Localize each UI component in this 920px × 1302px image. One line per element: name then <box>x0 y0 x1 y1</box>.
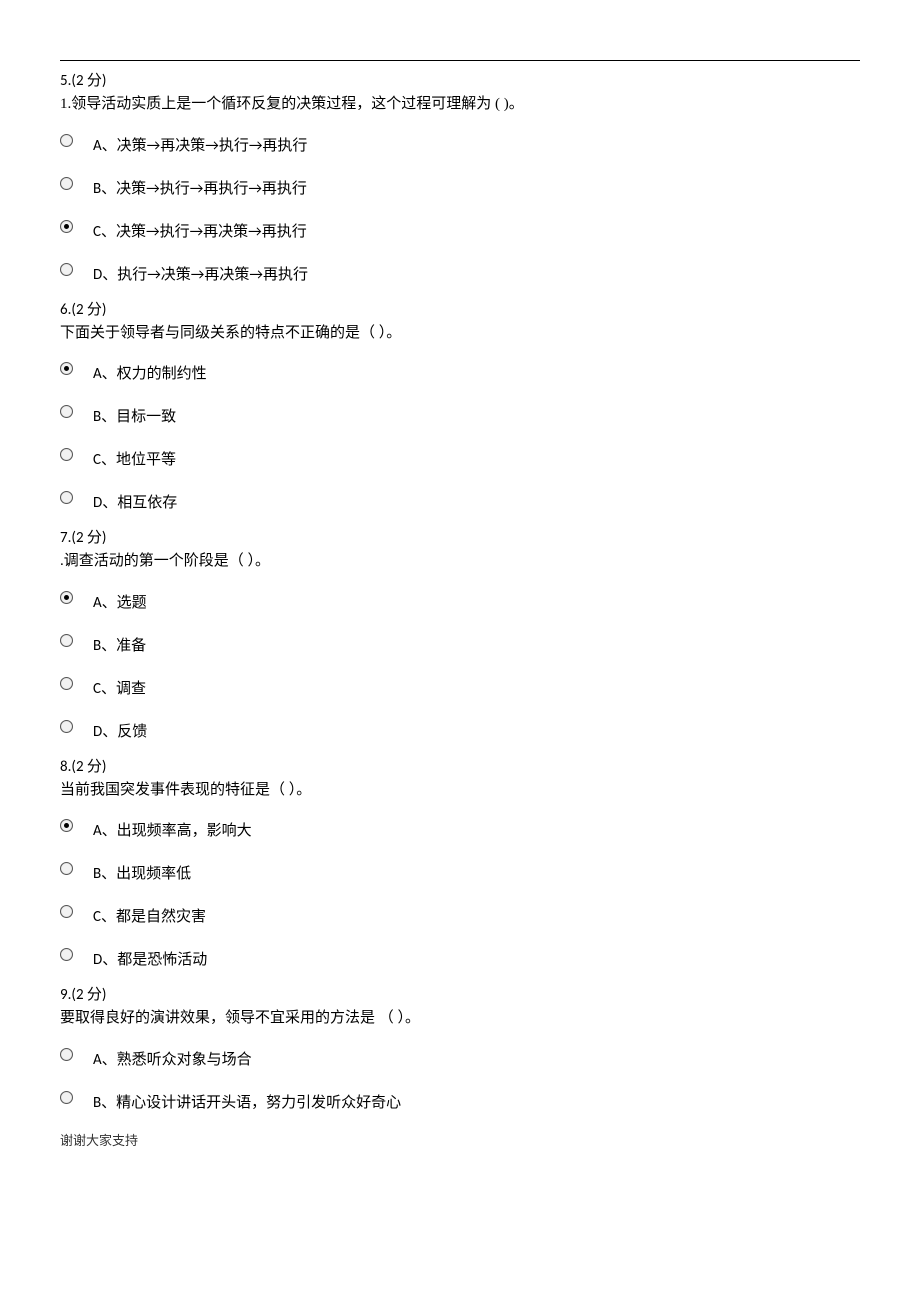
option-label: A、决策→再决策→执行→再执行 <box>93 126 307 155</box>
option-row[interactable]: A、熟悉听众对象与场合 <box>60 1040 860 1069</box>
option-label: D、相互依存 <box>93 483 177 512</box>
question-text: 下面关于领导者与同级关系的特点不正确的是（ ）。 <box>60 322 860 345</box>
option-label: B、准备 <box>93 626 146 655</box>
question-header: 5.(2 分) <box>60 69 860 90</box>
option-row[interactable]: A、出现频率高，影响大 <box>60 811 860 840</box>
question-header: 9.(2 分) <box>60 983 860 1004</box>
option-label: D、都是恐怖活动 <box>93 940 207 969</box>
radio-icon[interactable] <box>60 1048 73 1061</box>
option-row[interactable]: A、决策→再决策→执行→再执行 <box>60 126 860 155</box>
question-text: .调查活动的第一个阶段是（ ）。 <box>60 550 860 573</box>
option-label: B、出现频率低 <box>93 854 191 883</box>
option-label: C、地位平等 <box>93 440 176 469</box>
question-text: 1.领导活动实质上是一个循环反复的决策过程，这个过程可理解为 ( )。 <box>60 93 860 116</box>
radio-icon[interactable] <box>60 862 73 875</box>
option-label: A、权力的制约性 <box>93 354 207 383</box>
option-label: B、决策→执行→再执行→再执行 <box>93 169 307 198</box>
option-label: A、出现频率高，影响大 <box>93 811 252 840</box>
radio-icon[interactable] <box>60 134 73 147</box>
option-row[interactable]: C、调查 <box>60 669 860 698</box>
option-row[interactable]: B、决策→执行→再执行→再执行 <box>60 169 860 198</box>
top-rule <box>60 60 860 61</box>
question-header: 7.(2 分) <box>60 526 860 547</box>
option-label: B、目标一致 <box>93 397 176 426</box>
radio-icon[interactable] <box>60 591 73 604</box>
option-row[interactable]: C、地位平等 <box>60 440 860 469</box>
radio-icon[interactable] <box>60 263 73 276</box>
option-row[interactable]: A、权力的制约性 <box>60 354 860 383</box>
option-label: A、选题 <box>93 583 147 612</box>
page-content: 5.(2 分) 1.领导活动实质上是一个循环反复的决策过程，这个过程可理解为 (… <box>0 0 920 1169</box>
option-row[interactable]: B、精心设计讲话开头语，努力引发听众好奇心 <box>60 1083 860 1112</box>
radio-icon[interactable] <box>60 819 73 832</box>
question-text: 当前我国突发事件表现的特征是（ ）。 <box>60 779 860 802</box>
radio-icon[interactable] <box>60 948 73 961</box>
question-header: 6.(2 分) <box>60 298 860 319</box>
radio-icon[interactable] <box>60 405 73 418</box>
option-label: B、精心设计讲话开头语，努力引发听众好奇心 <box>93 1083 401 1112</box>
radio-icon[interactable] <box>60 448 73 461</box>
option-row[interactable]: C、都是自然灾害 <box>60 897 860 926</box>
radio-icon[interactable] <box>60 1091 73 1104</box>
option-label: A、熟悉听众对象与场合 <box>93 1040 252 1069</box>
option-label: D、反馈 <box>93 712 147 741</box>
radio-icon[interactable] <box>60 220 73 233</box>
option-row[interactable]: D、反馈 <box>60 712 860 741</box>
option-row[interactable]: C、决策→执行→再决策→再执行 <box>60 212 860 241</box>
question-header: 8.(2 分) <box>60 755 860 776</box>
footer-text: 谢谢大家支持 <box>60 1130 860 1149</box>
option-label: C、调查 <box>93 669 146 698</box>
question-text: 要取得良好的演讲效果，领导不宜采用的方法是 （ ）。 <box>60 1007 860 1030</box>
radio-icon[interactable] <box>60 491 73 504</box>
option-row[interactable]: A、选题 <box>60 583 860 612</box>
option-label: C、都是自然灾害 <box>93 897 206 926</box>
option-row[interactable]: B、出现频率低 <box>60 854 860 883</box>
option-row[interactable]: B、目标一致 <box>60 397 860 426</box>
radio-icon[interactable] <box>60 362 73 375</box>
radio-icon[interactable] <box>60 634 73 647</box>
option-row[interactable]: D、执行→决策→再决策→再执行 <box>60 255 860 284</box>
option-row[interactable]: D、都是恐怖活动 <box>60 940 860 969</box>
radio-icon[interactable] <box>60 677 73 690</box>
option-row[interactable]: D、相互依存 <box>60 483 860 512</box>
radio-icon[interactable] <box>60 720 73 733</box>
option-label: D、执行→决策→再决策→再执行 <box>93 255 308 284</box>
option-label: C、决策→执行→再决策→再执行 <box>93 212 307 241</box>
radio-icon[interactable] <box>60 905 73 918</box>
radio-icon[interactable] <box>60 177 73 190</box>
option-row[interactable]: B、准备 <box>60 626 860 655</box>
